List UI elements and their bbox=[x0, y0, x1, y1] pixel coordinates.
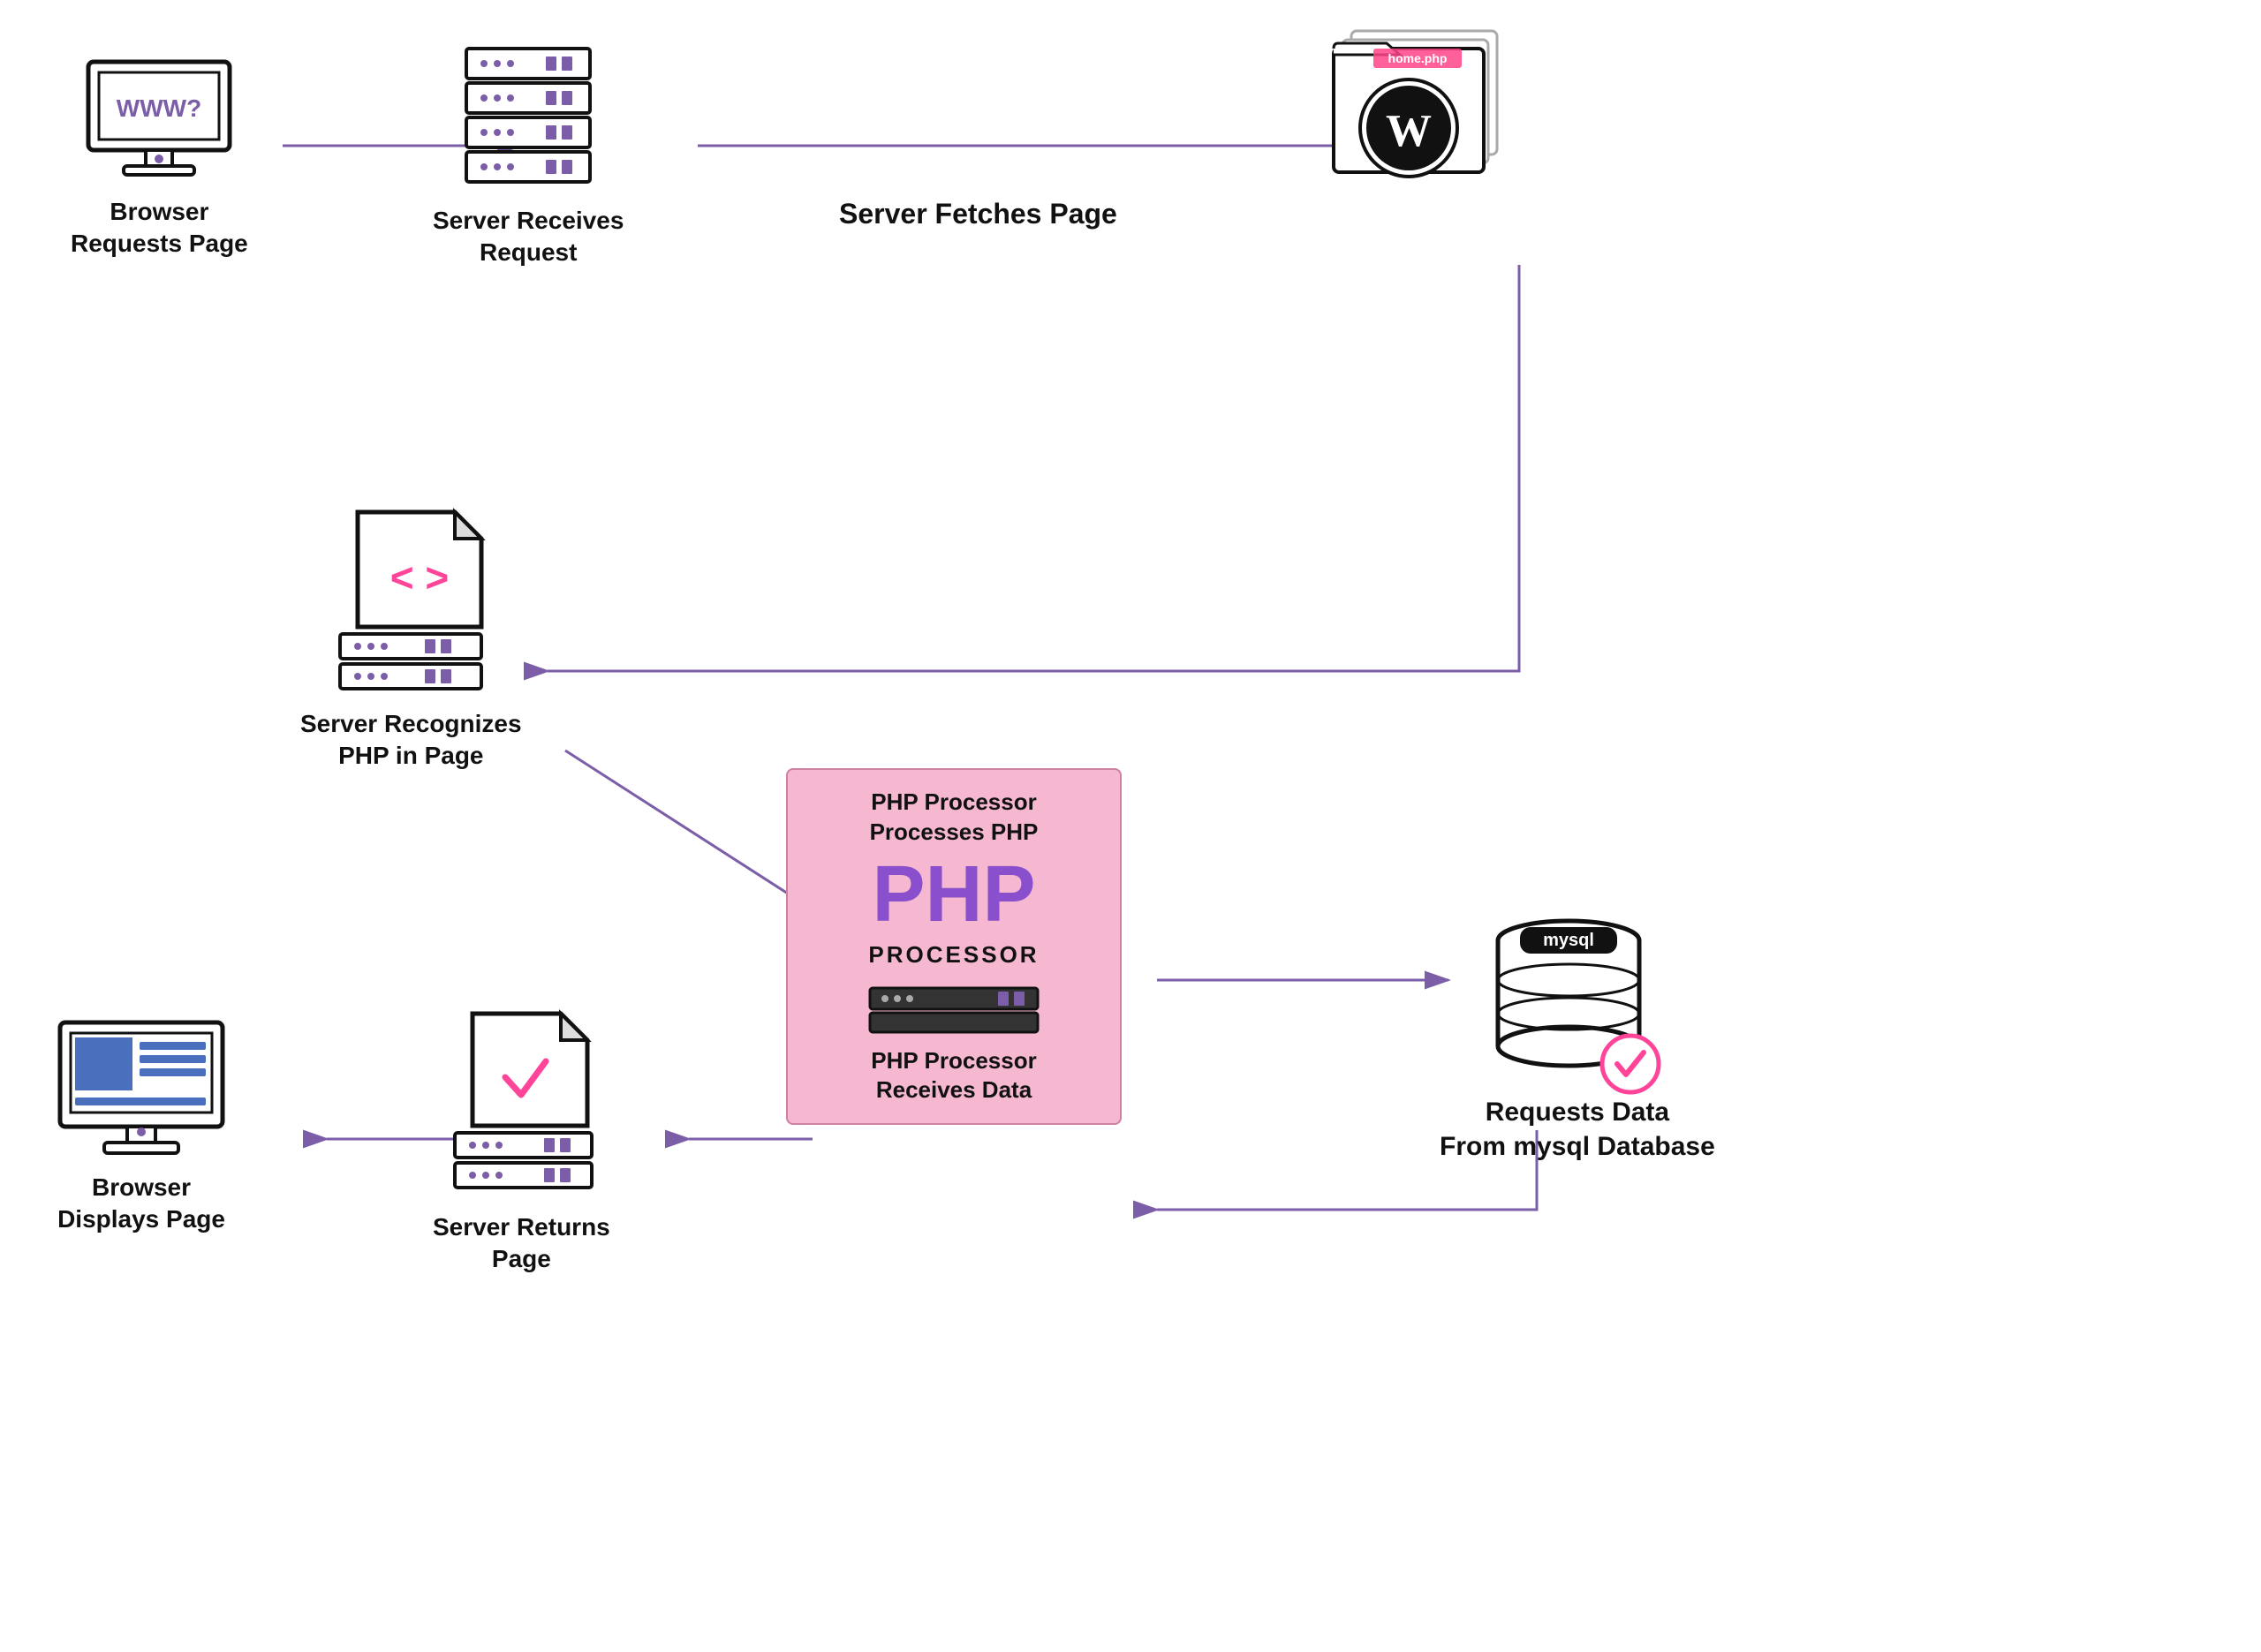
svg-text:WWW?: WWW? bbox=[117, 94, 201, 122]
svg-text:W: W bbox=[1386, 106, 1432, 156]
server-returns-node: Server Returns Page bbox=[433, 1007, 610, 1276]
browser-request-label: Browser Requests Page bbox=[71, 196, 248, 260]
browser-request-icon: WWW? bbox=[79, 53, 238, 185]
server-recognizes-label: Server Recognizes PHP in Page bbox=[300, 708, 522, 773]
php-processor-server-mini bbox=[866, 986, 1042, 1035]
server-receives-label: Server Receives Request bbox=[433, 205, 624, 269]
processor-text: PROCESSOR bbox=[814, 941, 1093, 969]
server-recognizes-node: < > Server Recognizes PHP in Page bbox=[300, 503, 522, 773]
php-processor-box: PHP Processor Processes PHP PHP PROCESSO… bbox=[786, 768, 1122, 1125]
server-returns-label: Server Returns Page bbox=[433, 1211, 610, 1276]
server-receives-node: Server Receives Request bbox=[433, 44, 624, 269]
svg-text:mysql: mysql bbox=[1543, 931, 1594, 950]
svg-text:home.php: home.php bbox=[1388, 51, 1448, 65]
server-fetches-label: Server Fetches Page bbox=[839, 196, 1117, 233]
mysql-db-icon: mysql bbox=[1480, 901, 1675, 1095]
server-receives-icon bbox=[449, 44, 608, 194]
folder-wp-icon: home.php W bbox=[1325, 18, 1519, 194]
browser-displays-icon bbox=[53, 1015, 230, 1161]
php-text: PHP bbox=[814, 855, 1093, 934]
svg-text:< >: < > bbox=[390, 554, 450, 600]
server-fetches-label-node: Server Fetches Page bbox=[839, 185, 1117, 233]
php-processor-node: PHP Processor Processes PHP PHP PROCESSO… bbox=[786, 768, 1122, 1125]
php-processor-bottom-label: PHP Processor Receives Data bbox=[814, 1046, 1093, 1106]
mysql-db-label: Requests Data From mysql Database bbox=[1440, 1095, 1715, 1164]
mysql-db-node: mysql Requests Data From mysql Database bbox=[1440, 901, 1715, 1164]
server-recognizes-icon: < > bbox=[314, 503, 508, 698]
browser-request-node: WWW? Browser Requests Page bbox=[71, 53, 248, 260]
php-processor-top-label: PHP Processor Processes PHP bbox=[814, 788, 1093, 848]
browser-displays-node: Browser Displays Page bbox=[53, 1015, 230, 1236]
browser-displays-label: Browser Displays Page bbox=[57, 1172, 225, 1236]
folder-wp-node: home.php W bbox=[1325, 18, 1519, 194]
server-returns-icon bbox=[433, 1007, 609, 1201]
